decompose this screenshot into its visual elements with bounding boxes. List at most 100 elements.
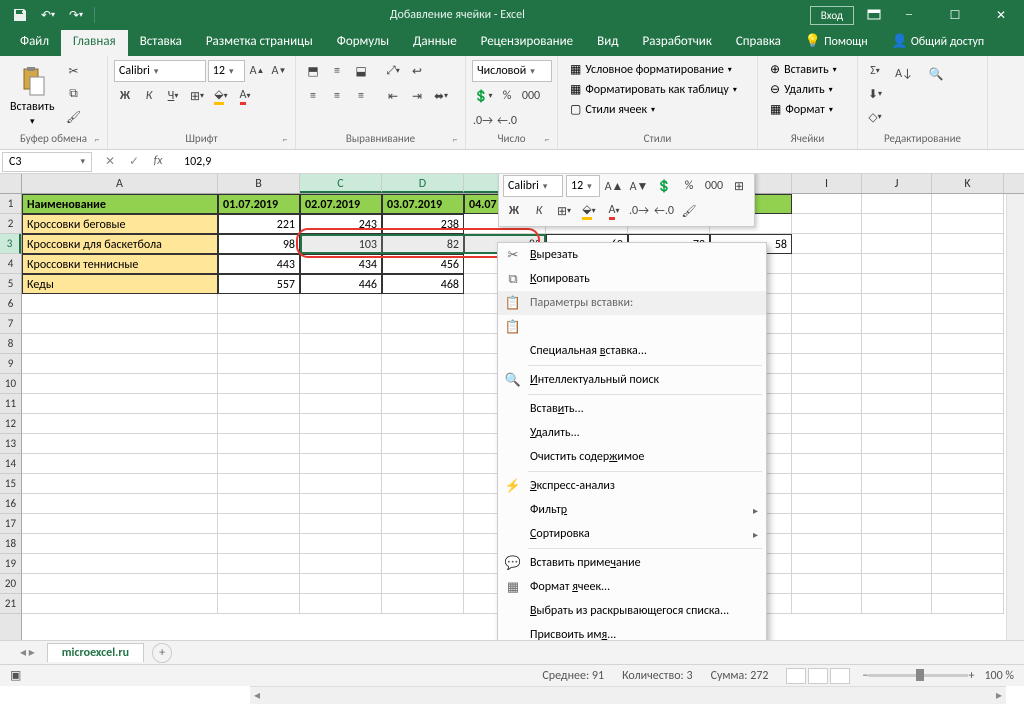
close-button[interactable]: ✕ <box>978 0 1024 30</box>
cell[interactable] <box>300 314 382 334</box>
cell[interactable] <box>300 494 382 514</box>
mini-grow-font-icon[interactable]: A▲ <box>603 175 625 197</box>
cell[interactable] <box>218 374 300 394</box>
cell[interactable]: Кроссовки беговые <box>22 214 218 234</box>
cell[interactable] <box>932 234 1004 254</box>
row-header-18[interactable]: 18 <box>0 534 21 554</box>
format-table-button[interactable]: ▦Форматировать как таблицу▾ <box>564 80 751 99</box>
undo-icon[interactable]: ↶▾ <box>36 3 60 27</box>
cell[interactable] <box>382 454 464 474</box>
mini-size-combo[interactable]: 12▾ <box>566 175 600 197</box>
cell[interactable] <box>382 414 464 434</box>
cell[interactable] <box>862 274 932 294</box>
row-header-10[interactable]: 10 <box>0 374 21 394</box>
vertical-scrollbar[interactable] <box>1006 194 1024 640</box>
cell[interactable] <box>300 374 382 394</box>
cell[interactable] <box>382 554 464 574</box>
cell[interactable] <box>300 514 382 534</box>
cell[interactable] <box>382 474 464 494</box>
cancel-formula-icon[interactable]: ✕ <box>100 154 120 169</box>
cell[interactable] <box>22 534 218 554</box>
cell[interactable] <box>382 494 464 514</box>
cell[interactable] <box>932 514 1004 534</box>
cell[interactable] <box>382 434 464 454</box>
cell[interactable] <box>22 474 218 494</box>
redo-icon[interactable]: ↷▾ <box>64 3 88 27</box>
cell[interactable]: Кроссовки теннисные <box>22 254 218 274</box>
ctx-format-cells[interactable]: ▦Формат ячеек... <box>498 575 766 599</box>
cell[interactable] <box>862 594 932 614</box>
cut-icon[interactable]: ✂ <box>63 60 85 82</box>
cell[interactable] <box>22 514 218 534</box>
cell[interactable] <box>218 394 300 414</box>
zoom-slider[interactable] <box>868 674 968 677</box>
cell[interactable] <box>932 574 1004 594</box>
cell[interactable] <box>382 314 464 334</box>
cell[interactable] <box>792 514 862 534</box>
tab-home[interactable]: Главная <box>61 30 128 56</box>
row-header-2[interactable]: 2 <box>0 214 21 234</box>
cell[interactable]: 02.07.2019 <box>300 194 382 214</box>
mini-percent-icon[interactable]: % <box>678 175 700 197</box>
cell[interactable] <box>862 574 932 594</box>
cell[interactable]: 446 <box>300 274 382 294</box>
cell[interactable] <box>218 354 300 374</box>
cell[interactable] <box>792 234 862 254</box>
cell[interactable] <box>22 374 218 394</box>
row-header-16[interactable]: 16 <box>0 494 21 514</box>
grow-font-icon[interactable]: A▲ <box>247 60 267 82</box>
align-launcher[interactable]: ⌐ <box>448 132 462 146</box>
cell[interactable]: 82 <box>382 234 464 254</box>
name-box[interactable]: C3▾ <box>2 152 92 172</box>
cell[interactable] <box>218 554 300 574</box>
cell[interactable] <box>300 454 382 474</box>
currency-icon[interactable]: 💲▾ <box>472 85 494 107</box>
align-right-icon[interactable]: ≡ <box>350 85 372 107</box>
format-cells-button[interactable]: ▦Формат▾ <box>764 100 851 119</box>
tab-help[interactable]: Справка <box>724 30 793 56</box>
mini-bold-icon[interactable]: Ж <box>503 200 525 222</box>
cell[interactable] <box>300 394 382 414</box>
cell[interactable] <box>218 474 300 494</box>
align-left-icon[interactable]: ≡ <box>302 85 324 107</box>
zoom-level[interactable]: 100 % <box>984 669 1014 683</box>
indent-dec-icon[interactable]: ⇤ <box>382 85 404 107</box>
cell[interactable] <box>862 314 932 334</box>
add-sheet-button[interactable]: + <box>152 643 172 663</box>
cell[interactable] <box>300 414 382 434</box>
cell[interactable] <box>862 214 932 234</box>
cell[interactable] <box>218 514 300 534</box>
cell[interactable] <box>382 354 464 374</box>
cell[interactable] <box>792 354 862 374</box>
row-header-11[interactable]: 11 <box>0 394 21 414</box>
mini-comma-icon[interactable]: 000 <box>703 175 725 197</box>
cell[interactable] <box>792 574 862 594</box>
cell[interactable] <box>862 474 932 494</box>
ctx-smart-lookup[interactable]: 🔍Интеллектуальный поиск <box>498 368 766 392</box>
col-header-I[interactable]: I <box>792 174 862 193</box>
mini-italic-icon[interactable]: К <box>528 200 550 222</box>
cell[interactable] <box>792 594 862 614</box>
cell[interactable] <box>22 594 218 614</box>
cell[interactable] <box>218 454 300 474</box>
cell[interactable] <box>218 494 300 514</box>
cell[interactable] <box>792 494 862 514</box>
fill-icon[interactable]: ⬇▾ <box>864 83 886 105</box>
format-painter-icon[interactable]: 🖌 <box>63 106 85 128</box>
record-macro-icon[interactable]: ▣ <box>10 668 21 683</box>
cell[interactable]: 243 <box>300 214 382 234</box>
row-header-8[interactable]: 8 <box>0 334 21 354</box>
col-header-K[interactable]: K <box>932 174 1004 193</box>
font-name-combo[interactable]: Calibri▾ <box>114 60 206 82</box>
cell[interactable] <box>300 574 382 594</box>
page-layout-icon[interactable] <box>808 668 828 684</box>
row-header-5[interactable]: 5 <box>0 274 21 294</box>
tab-data[interactable]: Данные <box>401 30 469 56</box>
cell[interactable]: Кеды <box>22 274 218 294</box>
cell[interactable] <box>932 314 1004 334</box>
row-header-21[interactable]: 21 <box>0 594 21 614</box>
cell[interactable] <box>862 494 932 514</box>
cell[interactable]: 434 <box>300 254 382 274</box>
sheet-tab-active[interactable]: microexcel.ru <box>47 643 144 662</box>
cell[interactable] <box>218 534 300 554</box>
